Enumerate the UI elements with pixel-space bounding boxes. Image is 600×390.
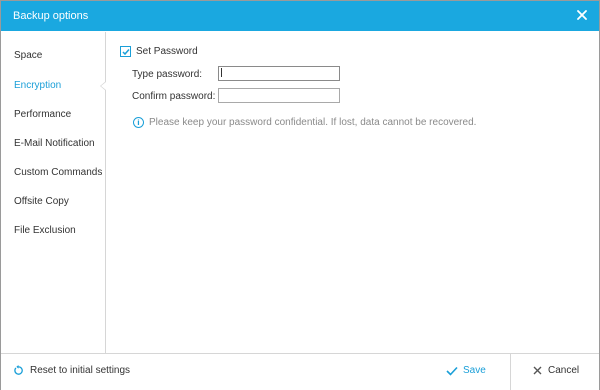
- sidebar-item-space[interactable]: Space: [1, 45, 105, 67]
- reset-button[interactable]: Reset to initial settings: [13, 365, 130, 376]
- close-icon[interactable]: [573, 6, 591, 24]
- sidebar-item-email-notification[interactable]: E-Mail Notification: [1, 133, 105, 155]
- sidebar-item-file-exclusion[interactable]: File Exclusion: [1, 220, 105, 242]
- set-password-label: Set Password: [136, 46, 198, 57]
- type-password-label: Type password:: [132, 69, 203, 80]
- dialog-footer: Reset to initial settings Save Cancel: [1, 353, 599, 390]
- checkmark-icon: [446, 366, 458, 376]
- sidebar-item-label: Offsite Copy: [14, 196, 69, 207]
- cancel-label: Cancel: [548, 365, 580, 376]
- sidebar-item-performance[interactable]: Performance: [1, 104, 105, 126]
- password-info-note: i Please keep your password confidential…: [133, 117, 476, 128]
- sidebar-item-label: Encryption: [14, 80, 62, 91]
- sidebar-item-label: File Exclusion: [14, 225, 76, 236]
- close-icon: [533, 366, 542, 375]
- set-password-checkbox[interactable]: [120, 46, 131, 57]
- checkmark-icon: [121, 48, 130, 55]
- save-label: Save: [463, 365, 486, 376]
- encryption-panel: Set Password Type password: Confirm pass…: [106, 32, 599, 353]
- backup-options-dialog: Backup options Space Encryption Performa…: [0, 0, 600, 390]
- sidebar-item-label: Performance: [14, 109, 72, 120]
- window-title: Backup options: [13, 10, 89, 22]
- sidebar-item-custom-commands[interactable]: Custom Commands: [1, 162, 105, 184]
- sidebar-item-label: E-Mail Notification: [14, 138, 95, 149]
- sidebar-item-encryption[interactable]: Encryption: [1, 75, 106, 97]
- info-icon: i: [133, 117, 144, 128]
- save-button[interactable]: Save: [446, 365, 486, 376]
- confirm-password-input[interactable]: [218, 88, 340, 103]
- type-password-input[interactable]: [218, 66, 340, 81]
- reset-label: Reset to initial settings: [30, 365, 131, 376]
- title-bar: Backup options: [1, 1, 599, 31]
- sidebar-item-label: Space: [14, 50, 43, 61]
- text-caret: [221, 68, 222, 77]
- set-password-row: Set Password: [120, 46, 198, 57]
- sidebar-item-label: Custom Commands: [14, 167, 103, 178]
- cancel-button[interactable]: Cancel: [533, 365, 579, 376]
- options-sidebar: Space Encryption Performance E-Mail Noti…: [1, 32, 106, 353]
- reset-icon: [14, 365, 23, 375]
- sidebar-item-offsite-copy[interactable]: Offsite Copy: [1, 191, 105, 213]
- footer-divider: [510, 354, 511, 390]
- confirm-password-label: Confirm password:: [132, 91, 216, 102]
- info-text: Please keep your password confidential. …: [149, 117, 477, 128]
